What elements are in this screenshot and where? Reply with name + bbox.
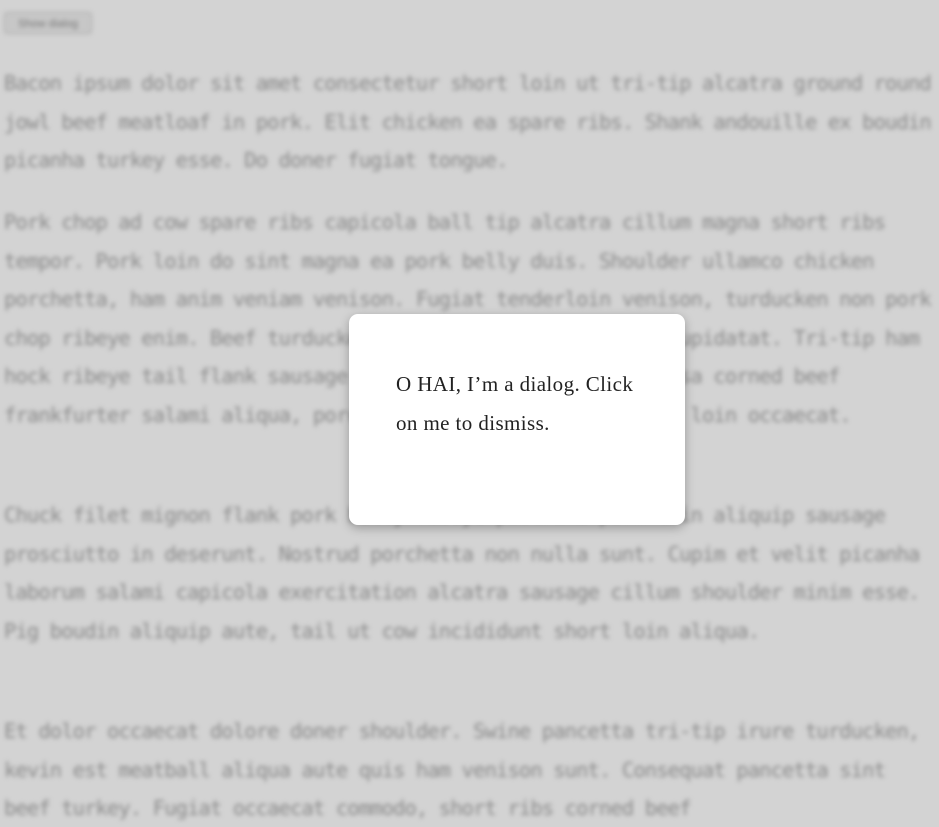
paragraph-4: Et dolor occaecat dolore doner shoulder.… [4,719,920,820]
modal-dialog[interactable]: O HAI, I’m a dialog. Click on me to dism… [349,314,685,525]
show-dialog-button[interactable]: Show dialog [4,12,92,34]
page: Show dialog Bacon ipsum dolor sit amet c… [0,0,939,827]
paragraph-1: Bacon ipsum dolor sit amet consectetur s… [4,71,932,172]
dialog-message: O HAI, I’m a dialog. Click on me to dism… [396,372,634,435]
